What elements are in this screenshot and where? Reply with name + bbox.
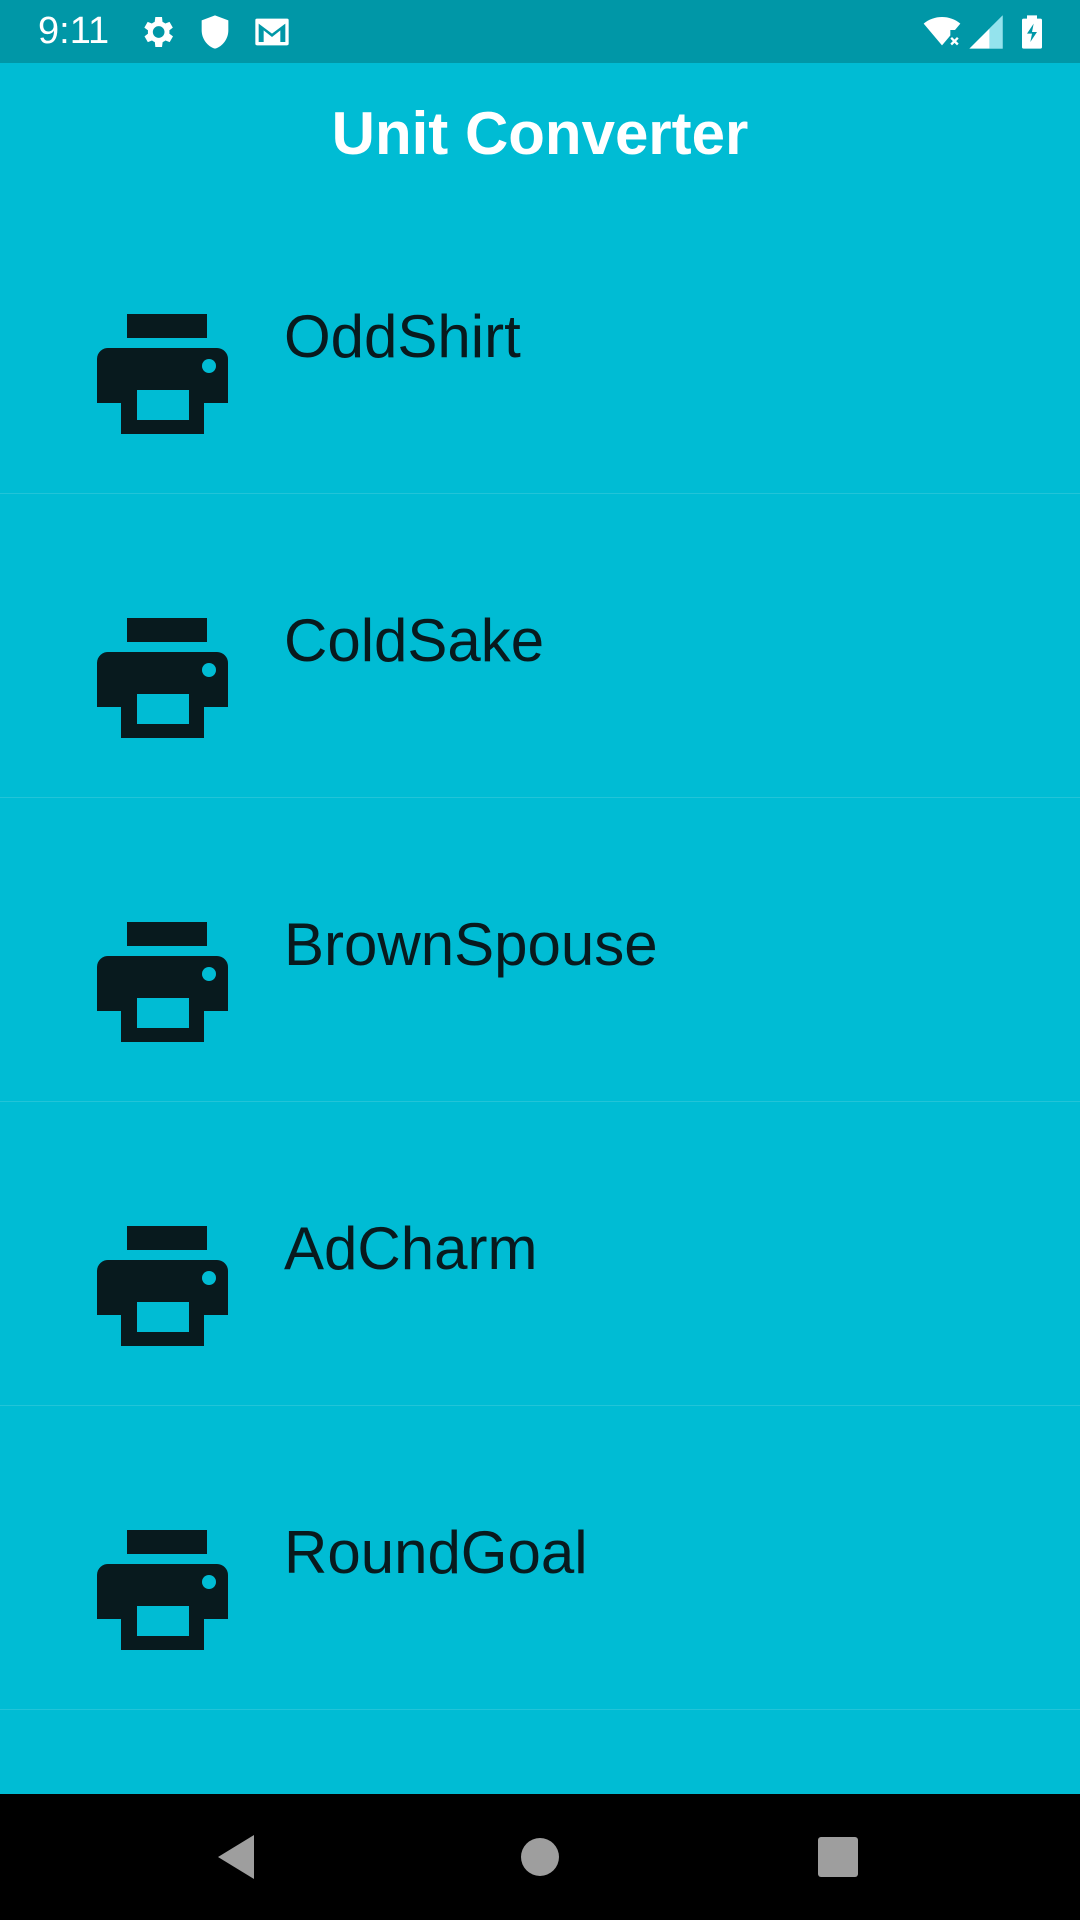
settings-icon: [137, 12, 177, 52]
shield-icon: [195, 12, 235, 52]
app-bar: Unit Converter: [0, 63, 1080, 209]
list-item-label: OddShirt: [284, 303, 521, 370]
wifi-off-icon: [922, 12, 962, 52]
status-time: 9:11: [38, 10, 110, 52]
list-item-label: RoundGoal: [284, 1519, 588, 1586]
printer-icon: [97, 618, 228, 738]
list-item-label: BrownSpouse: [284, 911, 658, 978]
item-list: OddShirt ColdSake BrownSpouse AdCharm Ro: [0, 190, 1080, 1710]
home-icon[interactable]: [510, 1827, 570, 1887]
recents-icon[interactable]: [808, 1827, 868, 1887]
battery-charging-icon: [1012, 12, 1052, 52]
list-item[interactable]: ColdSake: [0, 494, 1080, 798]
printer-icon: [97, 1530, 228, 1650]
list-item[interactable]: AdCharm: [0, 1102, 1080, 1406]
printer-icon: [97, 1226, 228, 1346]
screen: 9:11 Unit Converter OddShirt ColdSake Br…: [0, 0, 1080, 1920]
cell-signal-icon: [966, 12, 1006, 52]
printer-icon: [97, 922, 228, 1042]
status-bar: 9:11: [0, 0, 1080, 63]
list-item-label: AdCharm: [284, 1215, 538, 1282]
list-item[interactable]: RoundGoal: [0, 1406, 1080, 1710]
list-item[interactable]: OddShirt: [0, 190, 1080, 494]
page-title: Unit Converter: [331, 100, 749, 167]
gmail-icon: [252, 12, 292, 52]
list-item[interactable]: BrownSpouse: [0, 798, 1080, 1102]
list-item-label: ColdSake: [284, 607, 545, 674]
printer-icon: [97, 314, 228, 434]
back-icon[interactable]: [210, 1827, 270, 1887]
navigation-bar: [0, 1794, 1080, 1920]
